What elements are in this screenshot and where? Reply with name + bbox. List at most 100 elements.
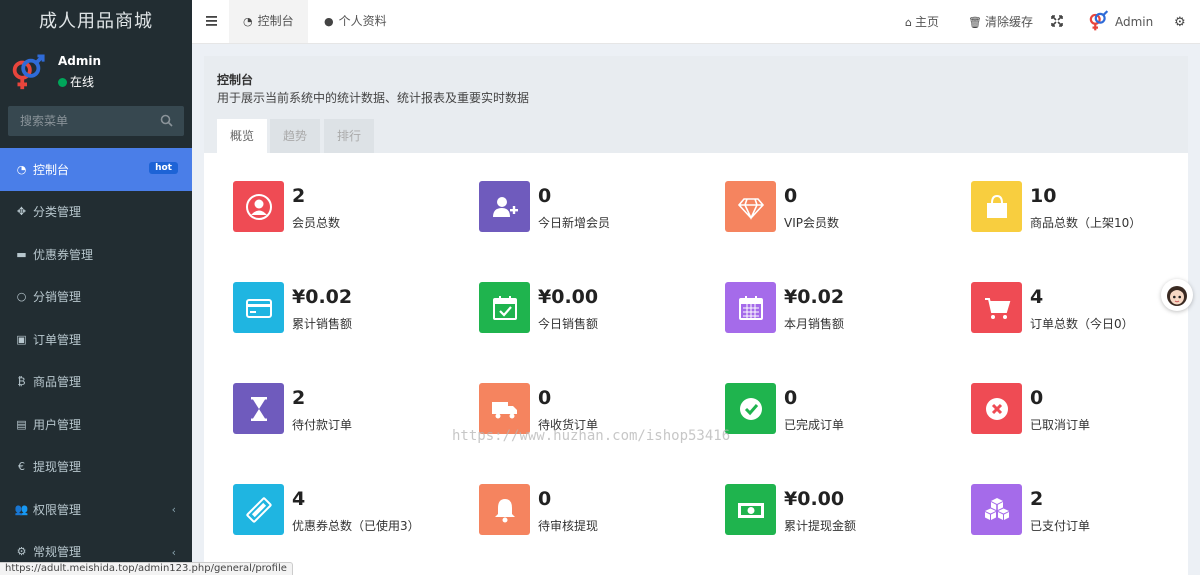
cogs-icon: ⚙ bbox=[16, 545, 27, 559]
clear-cache-label: 清除缓存 bbox=[984, 15, 1033, 29]
cogs-icon: ⚙ bbox=[1174, 15, 1186, 30]
times-circle-icon bbox=[971, 383, 1022, 434]
sidebar-item-0[interactable]: ◔ 控制台 hot bbox=[0, 148, 192, 191]
hot-badge: hot bbox=[149, 162, 178, 174]
clear-cache-button[interactable]: 🗑 清除缓存 bbox=[968, 0, 1033, 44]
stat-card: 2 会员总数 bbox=[233, 181, 453, 233]
tab-ranking[interactable]: 排行 bbox=[324, 119, 375, 153]
menu-search-input[interactable] bbox=[8, 106, 148, 136]
stat-value: ¥0.02 bbox=[784, 286, 845, 308]
search-icon[interactable] bbox=[160, 114, 173, 127]
dashboard-icon: ◔ bbox=[16, 162, 27, 176]
stat-value: 4 bbox=[292, 488, 306, 510]
stat-card: ¥0.00 今日销售额 bbox=[479, 282, 699, 334]
top-navbar: ◔ 控制台 ● 个人资料 ⌂ 主页 🗑 清除缓存 Admin ⚙ bbox=[192, 0, 1200, 44]
home-link[interactable]: ⌂ 主页 bbox=[905, 0, 939, 44]
stat-value: 2 bbox=[292, 387, 306, 409]
home-label: 主页 bbox=[914, 15, 939, 29]
stat-card: 2 已支付订单 bbox=[971, 484, 1191, 536]
stat-card: 0 今日新增会员 bbox=[479, 181, 699, 233]
sidebar-item-label: 订单管理 bbox=[33, 332, 82, 347]
stat-label: 待付款订单 bbox=[292, 418, 353, 432]
stat-value: ¥0.02 bbox=[292, 286, 353, 308]
brand-logo[interactable]: 成人用品商城 bbox=[0, 0, 192, 44]
stat-card: 0 待审核提现 bbox=[479, 484, 699, 536]
ticket-icon bbox=[233, 484, 284, 535]
stat-label: 优惠券总数（已使用3） bbox=[292, 519, 420, 533]
calendar-icon bbox=[725, 282, 776, 333]
stat-label: 今日销售额 bbox=[538, 317, 599, 331]
stat-label: 已取消订单 bbox=[1030, 418, 1091, 432]
chevron-left-icon: ‹ bbox=[171, 545, 176, 559]
stat-label: 待审核提现 bbox=[538, 519, 599, 533]
content-header: 控制台 用于展示当前系统中的统计数据、统计报表及重要实时数据 概览 趋势 排行 bbox=[204, 56, 1188, 153]
arrows-icon: ✥ bbox=[16, 205, 27, 219]
admin-name: Admin bbox=[1115, 15, 1154, 29]
sidebar-item-label: 分销管理 bbox=[33, 290, 82, 305]
stat-value: 0 bbox=[1030, 387, 1044, 409]
main-content: 控制台 用于展示当前系统中的统计数据、统计报表及重要实时数据 概览 趋势 排行 … bbox=[204, 56, 1188, 575]
sidebar-item-3[interactable]: ○ 分销管理 bbox=[0, 276, 192, 319]
stat-label: 本月销售额 bbox=[784, 317, 845, 331]
sidebar-menu: ◔ 控制台 hot ✥ 分类管理 ▬ 优惠券管理 ○ 分销管理 ▣ 订单管理 ₿ 商品管理 ▤ 用户管理 € 提… bbox=[0, 148, 192, 573]
stat-label: VIP会员数 bbox=[784, 216, 839, 230]
sidebar-item-label: 权限管理 bbox=[33, 502, 82, 517]
cart-icon bbox=[971, 282, 1022, 333]
sidebar-item-7[interactable]: € 提现管理 bbox=[0, 446, 192, 489]
user-panel: Admin 在线 bbox=[0, 44, 192, 100]
users-icon: 👥 bbox=[14, 502, 29, 516]
tab-dashboard-label: 控制台 bbox=[257, 14, 294, 28]
sidebar-item-label: 提现管理 bbox=[33, 460, 82, 475]
stat-card: ¥0.00 累计提现金额 bbox=[725, 484, 945, 536]
home-icon: ⌂ bbox=[905, 16, 912, 29]
stat-card: 0 VIP会员数 bbox=[725, 181, 945, 233]
stat-label: 已支付订单 bbox=[1030, 519, 1091, 533]
gender-logo-icon bbox=[12, 54, 45, 90]
assistant-face-icon bbox=[1167, 286, 1187, 306]
fullscreen-icon bbox=[1051, 15, 1063, 27]
stat-value: 0 bbox=[538, 387, 552, 409]
sidebar-item-5[interactable]: ₿ 商品管理 bbox=[0, 361, 192, 404]
stat-value: 4 bbox=[1030, 286, 1044, 308]
calendar-check-icon bbox=[479, 282, 530, 333]
bell-icon bbox=[479, 484, 530, 535]
assistant-avatar[interactable] bbox=[1161, 279, 1193, 311]
sidebar-item-1[interactable]: ✥ 分类管理 bbox=[0, 191, 192, 234]
sidebar-item-2[interactable]: ▬ 优惠券管理 bbox=[0, 233, 192, 276]
menu-toggle-icon[interactable] bbox=[206, 15, 218, 27]
sidebar-item-8[interactable]: 👥 权限管理 ‹ bbox=[0, 488, 192, 531]
stat-label: 累计销售额 bbox=[292, 317, 353, 331]
user-circle-icon bbox=[233, 181, 284, 232]
stat-value: 0 bbox=[784, 185, 798, 207]
sidebar-item-label: 控制台 bbox=[33, 162, 70, 177]
stat-value: 2 bbox=[292, 185, 306, 207]
stat-label: 已完成订单 bbox=[784, 418, 845, 432]
user-status: 在线 bbox=[58, 73, 94, 90]
page-description: 用于展示当前系统中的统计数据、统计报表及重要实时数据 bbox=[217, 91, 530, 105]
browser-status-bar: https://adult.meishida.top/admin123.php/… bbox=[0, 562, 293, 575]
stat-card: 4 订单总数（今日0） bbox=[971, 282, 1191, 334]
tab-profile[interactable]: ● 个人资料 bbox=[310, 0, 401, 43]
admin-menu[interactable]: Admin bbox=[1087, 0, 1153, 44]
chevron-left-icon: ‹ bbox=[171, 503, 176, 516]
sidebar-item-label: 商品管理 bbox=[33, 375, 82, 390]
tab-dashboard[interactable]: ◔ 控制台 bbox=[229, 0, 308, 43]
credit-card-icon: ▬ bbox=[16, 247, 27, 261]
settings-button[interactable]: ⚙ bbox=[1174, 0, 1186, 44]
stat-label: 会员总数 bbox=[292, 216, 341, 230]
stat-card: 0 已取消订单 bbox=[971, 383, 1191, 435]
sidebar-item-label: 分类管理 bbox=[33, 205, 82, 220]
stat-value: 10 bbox=[1030, 185, 1057, 207]
user-name: Admin bbox=[58, 54, 102, 68]
fullscreen-button[interactable] bbox=[1051, 0, 1063, 44]
stat-label: 订单总数（今日0） bbox=[1030, 317, 1134, 331]
online-dot-icon bbox=[58, 78, 67, 87]
tab-trend[interactable]: 趋势 bbox=[270, 119, 321, 153]
stat-value: 0 bbox=[538, 488, 552, 510]
trash-icon: 🗑 bbox=[968, 16, 982, 29]
sidebar-item-label: 常规管理 bbox=[33, 545, 82, 560]
sidebar: 成人用品商城 Admin 在线 ◔ 控制台 hot ✥ 分类管理 ▬ 优惠券管理 ○ 分销管理 ▣… bbox=[0, 0, 192, 575]
tab-overview[interactable]: 概览 bbox=[217, 119, 268, 153]
sidebar-item-6[interactable]: ▤ 用户管理 bbox=[0, 403, 192, 446]
sidebar-item-4[interactable]: ▣ 订单管理 bbox=[0, 318, 192, 361]
